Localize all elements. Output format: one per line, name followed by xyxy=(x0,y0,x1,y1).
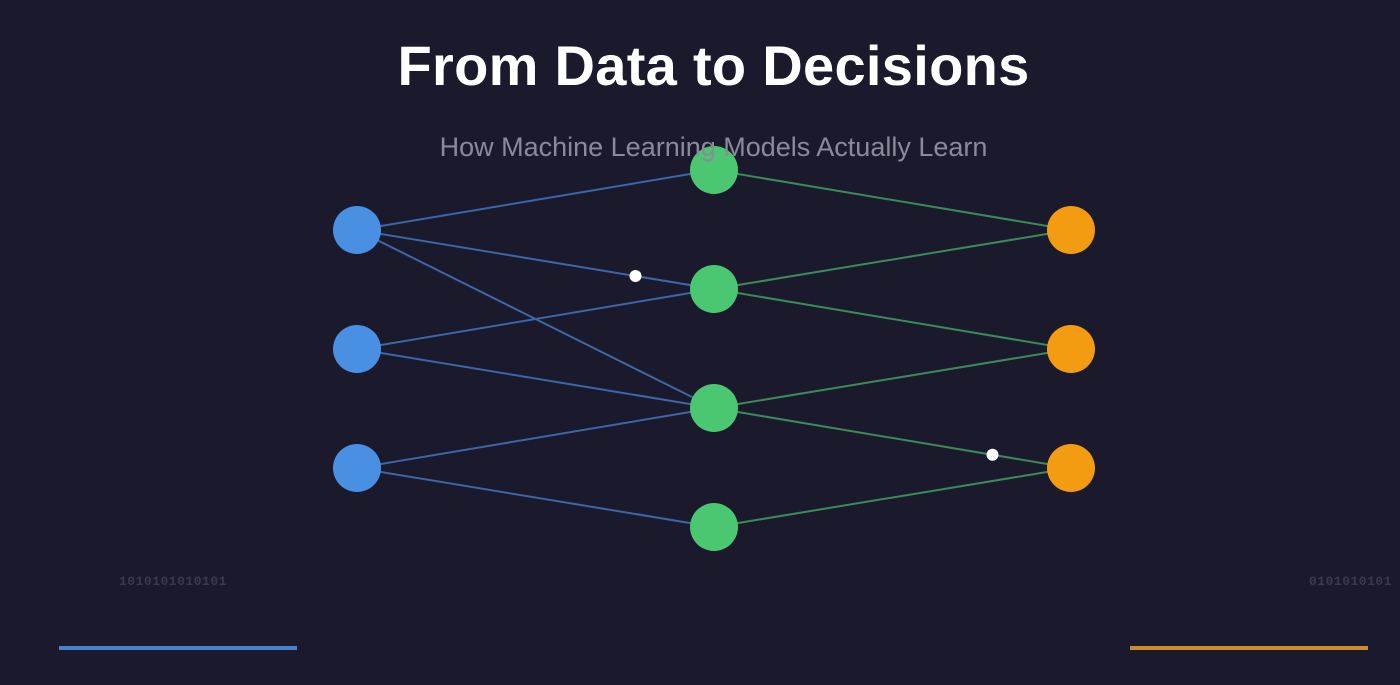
diagram-canvas: From Data to Decisions How Machine Learn… xyxy=(0,0,1400,685)
edge-hidden-3-output-3 xyxy=(713,407,1072,469)
edge-input-2-hidden-2 xyxy=(356,288,715,350)
binary-decoration-right: 0101010101 xyxy=(1309,574,1393,589)
input-node-1 xyxy=(333,206,381,254)
network-nodes xyxy=(333,146,1095,551)
output-node-2 xyxy=(1047,325,1095,373)
connection-edges xyxy=(356,169,1072,528)
diagram-title: From Data to Decisions xyxy=(397,34,1030,97)
edge-input-1-hidden-1 xyxy=(356,169,715,231)
binary-decoration-left: 1010101010101 xyxy=(119,574,227,589)
edge-hidden-2-output-1 xyxy=(713,229,1072,290)
signal-dot-2 xyxy=(986,448,999,461)
accent-bar-right xyxy=(1130,646,1368,650)
edge-hidden-1-output-1 xyxy=(713,169,1072,231)
edge-input-1-hidden-2 xyxy=(356,229,715,290)
hidden-node-2 xyxy=(690,265,738,313)
input-node-2 xyxy=(333,325,381,373)
edge-input-3-hidden-4 xyxy=(356,467,715,528)
hidden-node-4 xyxy=(690,503,738,551)
signal-dot-1 xyxy=(629,270,642,282)
accent-bar-left xyxy=(59,646,297,650)
edge-input-2-hidden-3 xyxy=(356,348,715,409)
edge-hidden-3-output-2 xyxy=(713,348,1072,409)
edge-hidden-4-output-3 xyxy=(713,467,1072,528)
hidden-node-3 xyxy=(690,384,738,432)
edge-hidden-2-output-2 xyxy=(713,288,1072,350)
diagram-subtitle: How Machine Learning Models Actually Lea… xyxy=(439,132,988,162)
output-node-3 xyxy=(1047,444,1095,492)
edge-input-3-hidden-3 xyxy=(356,407,715,469)
signal-dots xyxy=(629,270,999,461)
input-node-3 xyxy=(333,444,381,492)
output-node-1 xyxy=(1047,206,1095,254)
